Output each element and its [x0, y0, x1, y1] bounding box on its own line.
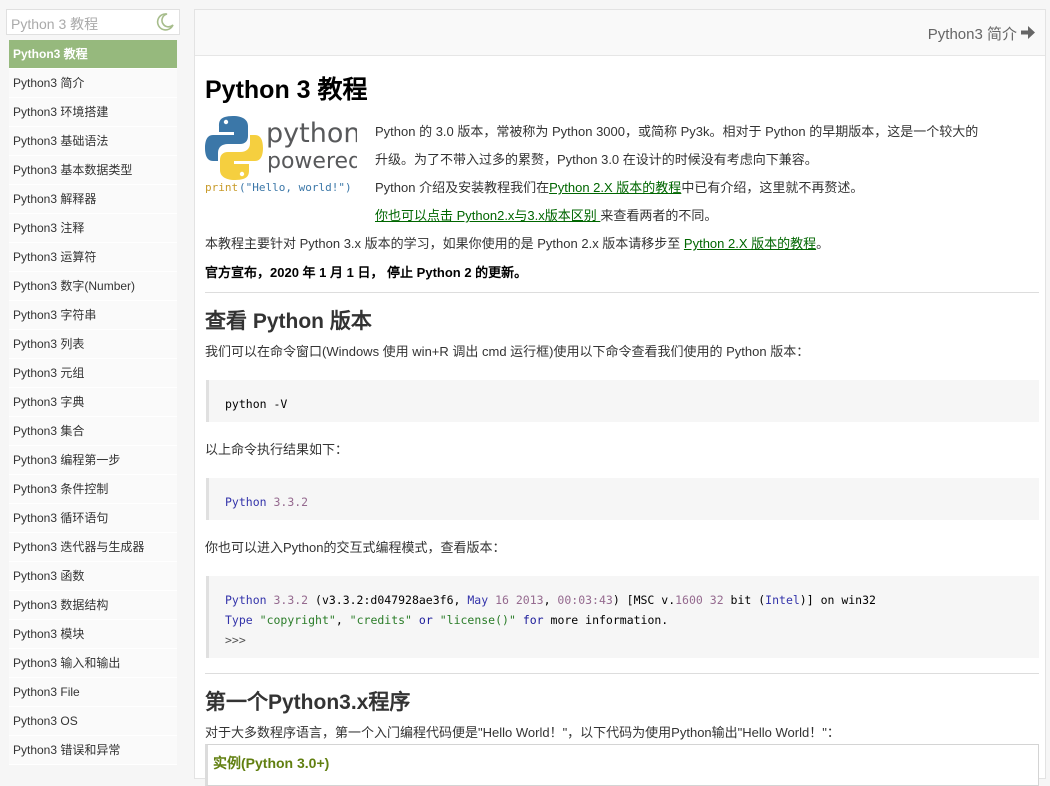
sidebar-item[interactable]: Python3 基础语法	[9, 127, 177, 156]
python-powered-logo: python powered print ("Hello, world!")	[205, 116, 357, 194]
section-heading-version: 查看 Python 版本	[205, 310, 372, 333]
sidebar-item[interactable]: Python3 输入和输出	[9, 649, 177, 678]
sidebar-item[interactable]: Python3 数据结构	[9, 591, 177, 620]
first-program-description: 对于大多数程序语言，第一个入门编程代码便是"Hello World！"，以下代码…	[205, 725, 840, 740]
svg-text:powered: powered	[267, 149, 357, 174]
sidebar-item[interactable]: Python3 注释	[9, 214, 177, 243]
sidebar-item[interactable]: Python3 字典	[9, 388, 177, 417]
sidebar-item[interactable]: Python3 OS	[9, 707, 177, 736]
sidebar-item[interactable]: Python3 集合	[9, 417, 177, 446]
sidebar-item[interactable]: Python3 教程	[9, 40, 177, 69]
sidebar-item[interactable]: Python3 运算符	[9, 243, 177, 272]
divider	[205, 673, 1039, 674]
next-page-link[interactable]: Python3 简介	[928, 23, 1017, 44]
svg-text:print: print	[205, 181, 238, 194]
sidebar-item[interactable]: Python3 编程第一步	[9, 446, 177, 475]
svg-text:("Hello, world!"): ("Hello, world!")	[239, 181, 352, 194]
version-diff-link[interactable]: 你也可以点击 Python2.x与3.x版本区别	[375, 208, 600, 223]
arrow-right-icon[interactable]	[1021, 26, 1035, 39]
sidebar-item[interactable]: Python3 元组	[9, 359, 177, 388]
sidebar-item[interactable]: Python3 循环语句	[9, 504, 177, 533]
sidebar-item[interactable]: Python3 解释器	[9, 185, 177, 214]
python2-tutorial-link[interactable]: Python 2.X 版本的教程	[549, 180, 681, 195]
code-block-2: Python 3.3.2	[206, 478, 1039, 520]
sidebar-item[interactable]: Python3 函数	[9, 562, 177, 591]
page-title: Python 3 教程	[205, 76, 368, 104]
main-content: Python3 简介 Python 3 教程 python powered pr…	[194, 9, 1046, 786]
sidebar: Python 3 教程 Python3 教程 Python3 简介 Python3 …	[6, 9, 180, 779]
interactive-description: 你也可以进入Python的交互式编程模式，查看版本：	[205, 540, 506, 555]
sidebar-item[interactable]: Python3 环境搭建	[9, 98, 177, 127]
sidebar-nav: Python3 教程 Python3 简介 Python3 环境搭建 Python3 …	[9, 40, 177, 765]
sidebar-item[interactable]: Python3 列表	[9, 330, 177, 359]
intro-paragraph-1: Python 的 3.0 版本，常被称为 Python 3000，或简称 Py3…	[375, 124, 979, 139]
example-box: 实例(Python 3.0+)	[205, 744, 1039, 786]
result-description: 以上命令执行结果如下：	[205, 442, 349, 457]
python2-tutorial-link-2[interactable]: Python 2.X 版本的教程	[684, 236, 816, 251]
moon-icon[interactable]	[155, 12, 175, 32]
intro-paragraph-3: Python 介绍及安装教程我们在Python 2.X 版本的教程中已有介绍，这…	[375, 180, 864, 195]
intro-paragraph-2: 升级。为了不带入过多的累赘，Python 3.0 在设计的时候没有考虑向下兼容。	[375, 152, 818, 167]
divider	[205, 292, 1039, 293]
sidebar-item[interactable]: Python3 迭代器与生成器	[9, 533, 177, 562]
top-nav-bar: Python3 简介	[195, 10, 1045, 56]
search-input[interactable]: Python 3 教程	[6, 9, 180, 35]
sidebar-item[interactable]: Python3 基本数据类型	[9, 156, 177, 185]
sidebar-item[interactable]: Python3 File	[9, 678, 177, 707]
sidebar-item[interactable]: Python3 数字(Number)	[9, 272, 177, 301]
sidebar-item[interactable]: Python3 模块	[9, 620, 177, 649]
code-block-3: Python 3.3.2 (v3.3.2:d047928ae3f6, May 1…	[206, 576, 1039, 658]
intro-paragraph-5: 本教程主要针对 Python 3.x 版本的学习，如果你使用的是 Python …	[205, 236, 830, 251]
sidebar-item[interactable]: Python3 字符串	[9, 301, 177, 330]
sidebar-item[interactable]: Python3 条件控制	[9, 475, 177, 504]
sidebar-item[interactable]: Python3 简介	[9, 69, 177, 98]
svg-text:python: python	[266, 118, 357, 149]
intro-paragraph-4: 你也可以点击 Python2.x与3.x版本区别 来查看两者的不同。	[375, 208, 718, 223]
sidebar-item[interactable]: Python3 错误和异常	[9, 736, 177, 765]
python-snake-icon	[205, 116, 263, 180]
section-heading-first-program: 第一个Python3.x程序	[205, 691, 411, 714]
code-block-1: python -V	[206, 380, 1039, 422]
example-title: 实例(Python 3.0+)	[213, 755, 330, 771]
version-description: 我们可以在命令窗口(Windows 使用 win+R 调出 cmd 运行框)使用…	[205, 344, 810, 359]
announcement: 官方宣布，2020 年 1 月 1 日， 停止 Python 2 的更新。	[205, 265, 528, 280]
search-placeholder: Python 3 教程	[11, 16, 99, 32]
